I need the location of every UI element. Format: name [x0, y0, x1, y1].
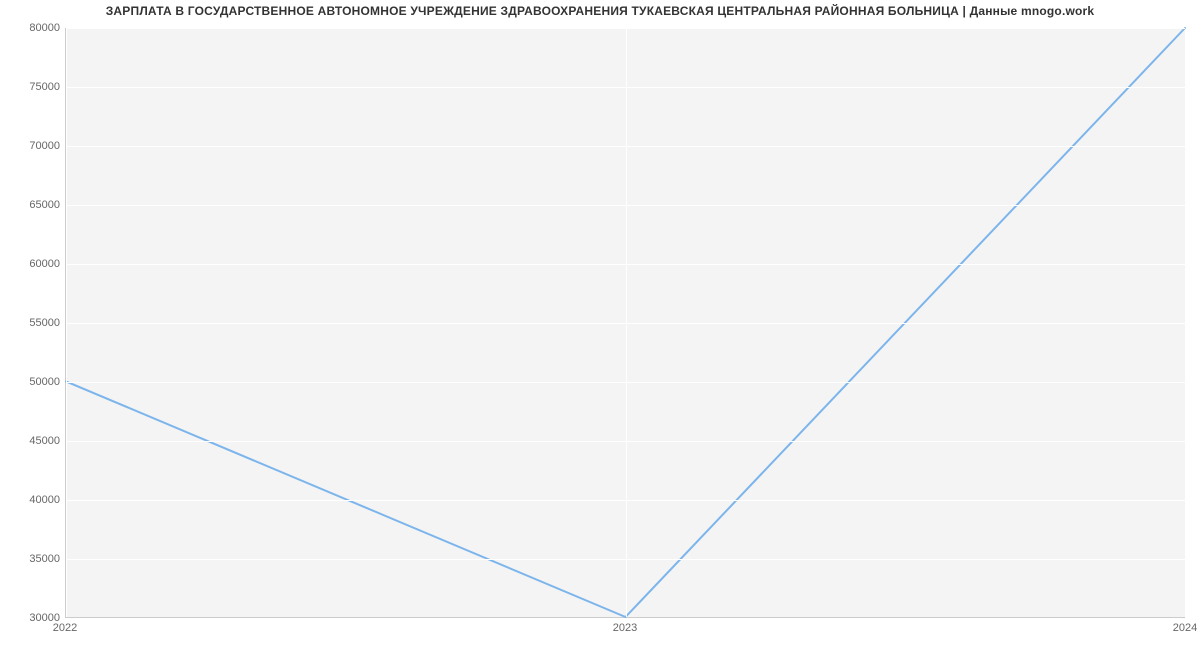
- y-tick-label: 65000: [5, 199, 60, 211]
- chart-container: ЗАРПЛАТА В ГОСУДАРСТВЕННОЕ АВТОНОМНОЕ УЧ…: [0, 0, 1200, 650]
- y-tick-label: 70000: [5, 140, 60, 152]
- y-tick-label: 45000: [5, 435, 60, 447]
- gridline-v: [66, 28, 67, 617]
- x-tick-label: 2023: [613, 622, 637, 634]
- x-tick-label: 2022: [53, 622, 77, 634]
- gridline-v: [1186, 28, 1187, 617]
- x-tick-label: 2024: [1173, 622, 1197, 634]
- y-tick-label: 50000: [5, 376, 60, 388]
- y-tick-label: 75000: [5, 81, 60, 93]
- plot-area: [65, 28, 1185, 618]
- y-tick-label: 80000: [5, 22, 60, 34]
- y-tick-label: 60000: [5, 258, 60, 270]
- chart-title: ЗАРПЛАТА В ГОСУДАРСТВЕННОЕ АВТОНОМНОЕ УЧ…: [0, 4, 1200, 18]
- y-tick-label: 40000: [5, 494, 60, 506]
- gridline-v: [626, 28, 627, 617]
- y-tick-label: 35000: [5, 553, 60, 565]
- y-tick-label: 55000: [5, 317, 60, 329]
- gridline-h: [66, 618, 1185, 619]
- y-tick-label: 30000: [5, 612, 60, 624]
